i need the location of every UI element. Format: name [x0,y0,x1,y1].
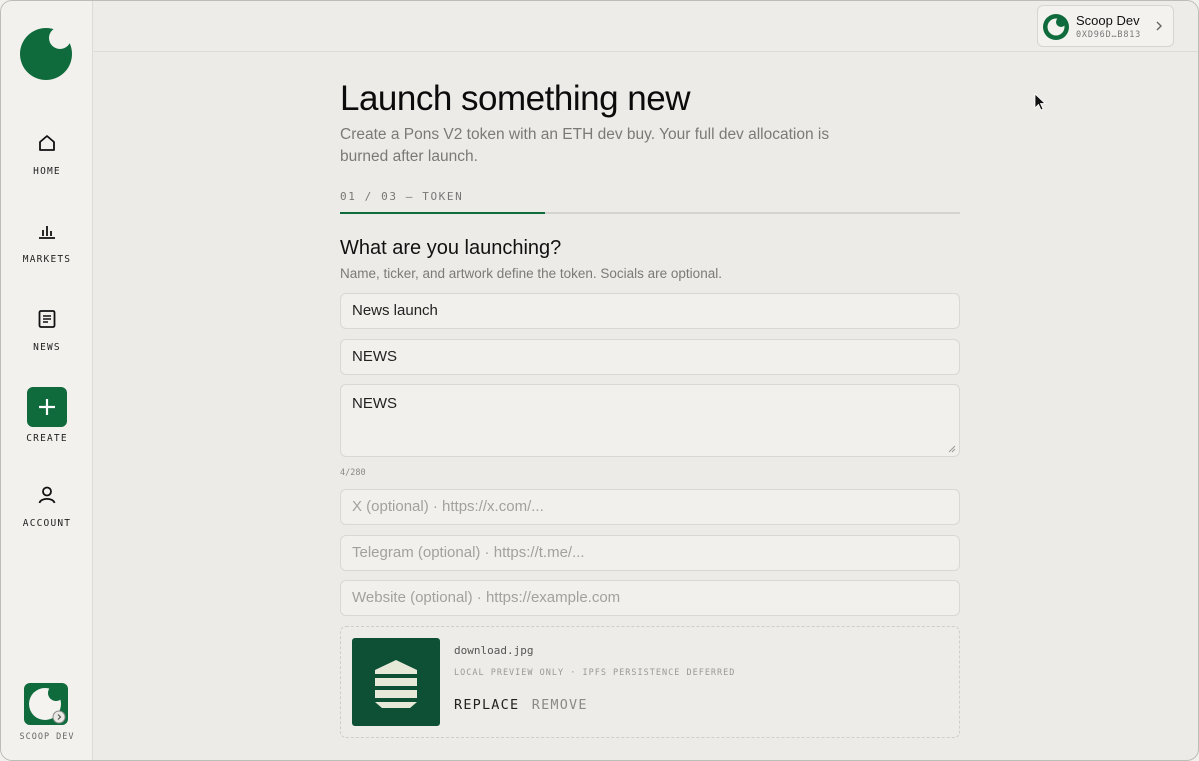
sidebar-item-markets[interactable]: MARKETS [1,220,93,265]
sidebar-item-label: HOME [33,166,61,177]
wallet-avatar-icon [1043,14,1069,40]
profile-label: SCOOP DEV [19,732,75,742]
file-actions: REPLACE REMOVE [454,696,596,714]
resize-grip-icon[interactable] [948,445,956,453]
wallet-address: 0XD96D…B813 [1076,30,1142,40]
sidebar-item-home[interactable]: HOME [1,132,93,177]
wallet-name: Scoop Dev [1076,13,1140,28]
sidebar: HOME MARKETS NEWS CREATE ACCOUNT SCOOP D… [1,1,93,760]
section-title: What are you launching? [340,237,562,259]
sidebar-item-create[interactable]: CREATE [1,387,93,444]
sidebar-item-label: NEWS [33,342,61,353]
token-name-input[interactable]: News launch [340,293,960,329]
create-button[interactable] [27,387,67,427]
file-note: LOCAL PREVIEW ONLY · IPFS PERSISTENCE DE… [454,668,736,678]
description-textarea[interactable]: NEWS [340,384,960,457]
file-name: download.jpg [454,644,534,657]
page-subtitle: Create a Pons V2 token with an ETH dev b… [340,126,830,165]
remove-button[interactable]: REMOVE [532,697,588,713]
app-window: HOME MARKETS NEWS CREATE ACCOUNT SCOOP D… [0,0,1199,761]
sidebar-item-account[interactable]: ACCOUNT [1,484,93,529]
image-preview [352,638,440,726]
sidebar-item-label: ACCOUNT [22,518,72,529]
sidebar-item-label: MARKETS [22,254,72,265]
character-counter: 4/280 [340,468,366,478]
sidebar-item-news[interactable]: NEWS [1,308,93,353]
x-url-input[interactable]: X (optional) · https://x.com/... [340,489,960,525]
plus-icon [39,399,55,415]
step-progress-fill [340,212,545,214]
mouse-cursor-icon [1034,93,1046,111]
avatar[interactable] [24,683,68,725]
image-upload[interactable]: download.jpg LOCAL PREVIEW ONLY · IPFS P… [340,626,960,738]
description-text: NEWS [352,395,397,412]
sidebar-item-label: CREATE [26,433,68,444]
replace-button[interactable]: REPLACE [454,697,519,713]
home-icon [39,135,55,151]
logo-icon[interactable] [20,28,72,80]
step-indicator: 01 / 03 — TOKEN [340,190,464,203]
step-progress-bar [340,212,960,214]
telegram-url-input[interactable]: Telegram (optional) · https://t.me/... [340,535,960,571]
chevron-right-icon [1156,21,1162,31]
ticker-input[interactable]: NEWS [340,339,960,375]
layers-logo-icon [375,660,417,708]
user-icon [38,486,56,504]
document-icon [38,310,56,328]
section-subtitle: Name, ticker, and artwork define the tok… [340,266,722,281]
avatar-logo-icon [29,685,66,724]
wallet-button[interactable]: Scoop Dev 0XD96D…B813 [1037,5,1174,47]
bar-chart-icon [39,226,55,239]
top-bar: Scoop Dev 0XD96D…B813 [94,1,1198,52]
page-title: Launch something new [340,79,690,118]
website-url-input[interactable]: Website (optional) · https://example.com [340,580,960,616]
